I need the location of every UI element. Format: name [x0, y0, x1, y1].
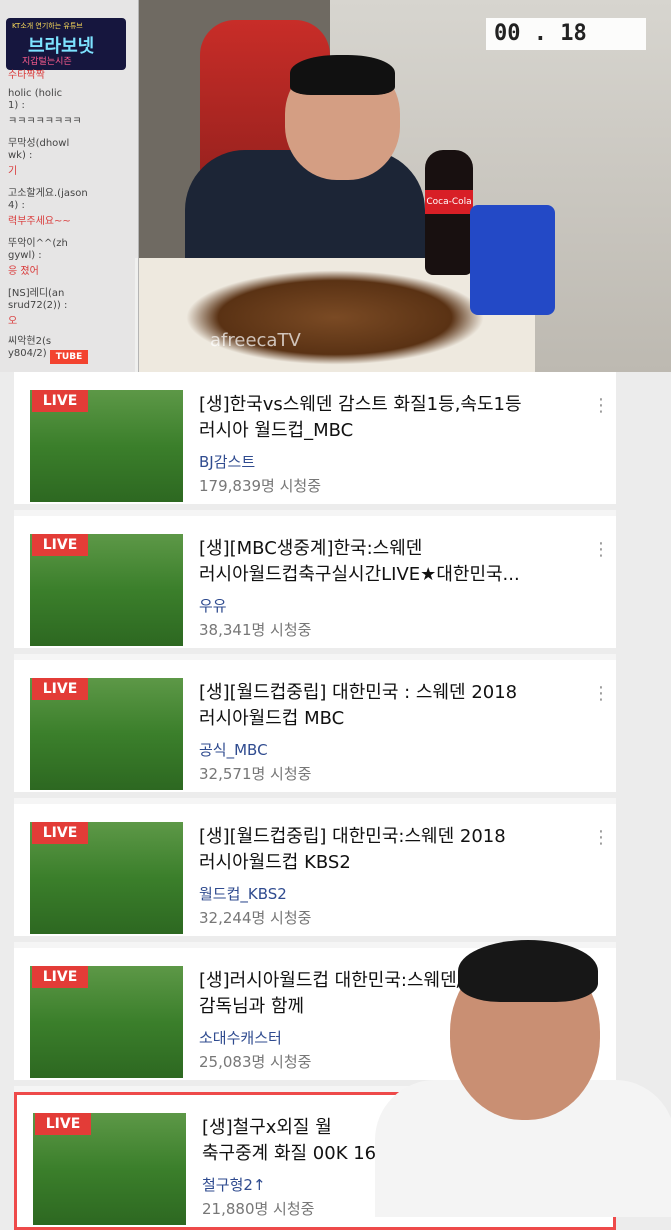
live-badge: LIVE: [32, 966, 88, 988]
chat-line: 응 졌어: [8, 266, 39, 277]
chat-line: 무막성(dhowl: [8, 138, 70, 149]
chat-line: 4) :: [8, 200, 25, 211]
logo-top-text: KT소개 연기하는 유튜브: [12, 22, 83, 30]
stream-timer: 00 . 18: [486, 18, 646, 50]
result-card[interactable]: LIVE [생][월드컵중립] 대한민국:스웨덴 2018 러시아월드컵 KBS…: [14, 804, 616, 942]
chat-panel: KT소개 연기하는 유튜브 브라보넷 지갑털는시즌 수타짝짝 holic (ho…: [0, 0, 139, 372]
live-badge: LIVE: [32, 678, 88, 700]
chat-line: holic (holic: [8, 88, 63, 99]
chat-line: 씨악현2(s: [8, 336, 52, 347]
chat-line: 력부주세요~~: [8, 216, 71, 227]
result-card[interactable]: LIVE [생][월드컵중립] 대한민국 : 스웨덴 2018 러시아월드컵 M…: [14, 660, 616, 798]
afreeca-watermark: afreecaTV: [210, 330, 301, 351]
video-title[interactable]: [생][MBC생중계]한국:스웨덴 러시아월드컵축구실시간LIVE★대한민국..…: [199, 536, 579, 588]
logo-subtitle: 지갑털는시즌: [22, 57, 72, 67]
chat-line: 기: [8, 166, 18, 177]
live-badge: LIVE: [32, 390, 88, 412]
more-vert-icon[interactable]: ⋮: [592, 682, 610, 706]
result-card[interactable]: LIVE [생][MBC생중계]한국:스웨덴 러시아월드컵축구실시간LIVE★대…: [14, 516, 616, 654]
chat-line: 수타짝짝: [8, 70, 45, 81]
viewer-count: 179,839명 시청중: [199, 477, 321, 495]
viewer-count: 21,880명 시청중: [202, 1200, 315, 1218]
overlay-person: [340, 930, 671, 1217]
blue-stool: [470, 205, 555, 315]
more-vert-icon[interactable]: ⋮: [592, 394, 610, 418]
result-card[interactable]: LIVE [생]한국vs스웨덴 감스트 화질1등,속도1등 러시아 월드컵_MB…: [14, 372, 616, 510]
channel-name[interactable]: 소대수캐스터: [199, 1028, 282, 1048]
chat-line: 오: [8, 316, 18, 327]
viewer-count: 25,083명 시청중: [199, 1053, 312, 1071]
chat-line: [NS]레디(an: [8, 288, 65, 299]
tube-badge: TUBE: [50, 350, 88, 364]
overlay-person-hair: [458, 940, 598, 1002]
video-title[interactable]: [생][월드컵중립] 대한민국:스웨덴 2018 러시아월드컵 KBS2: [199, 824, 579, 876]
channel-name[interactable]: BJ감스트: [199, 452, 255, 472]
video-title[interactable]: [생]한국vs스웨덴 감스트 화질1등,속도1등 러시아 월드컵_MBC: [199, 392, 579, 444]
live-badge: LIVE: [32, 534, 88, 556]
streamer-hair: [290, 55, 395, 95]
cola-label: Coca-Cola: [425, 190, 473, 214]
chat-line: 1) :: [8, 100, 25, 111]
viewer-count: 38,341명 시청중: [199, 621, 312, 639]
chat-line: ㅋㅋㅋㅋㅋㅋㅋㅋ: [8, 116, 82, 127]
more-vert-icon[interactable]: ⋮: [592, 538, 610, 562]
channel-name[interactable]: 철구형2↑: [202, 1175, 266, 1195]
chat-line: 뚜악이^^(zh: [8, 238, 68, 249]
stream-screenshot: Coca-Cola KT소개 연기하는 유튜브 브라보넷 지갑털는시즌 수타짝짝…: [0, 0, 671, 372]
channel-name[interactable]: 우유: [199, 596, 227, 616]
channel-name[interactable]: 공식_MBC: [199, 740, 268, 760]
viewer-count: 32,244명 시청중: [199, 909, 312, 927]
live-badge: LIVE: [32, 822, 88, 844]
chat-line: y804/2) :: [8, 348, 54, 359]
chat-line: gywl) :: [8, 250, 42, 261]
more-vert-icon[interactable]: ⋮: [592, 826, 610, 850]
chat-line: 고소할게요.(jason: [8, 188, 88, 199]
chat-line: wk) :: [8, 150, 33, 161]
channel-logo: KT소개 연기하는 유튜브 브라보넷 지갑털는시즌: [6, 18, 126, 70]
viewer-count: 32,571명 시청중: [199, 765, 312, 783]
chat-line: srud72(2)) :: [8, 300, 68, 311]
video-title[interactable]: [생][월드컵중립] 대한민국 : 스웨덴 2018 러시아월드컵 MBC: [199, 680, 579, 732]
live-badge: LIVE: [35, 1113, 91, 1135]
channel-name[interactable]: 월드컵_KBS2: [199, 884, 287, 904]
